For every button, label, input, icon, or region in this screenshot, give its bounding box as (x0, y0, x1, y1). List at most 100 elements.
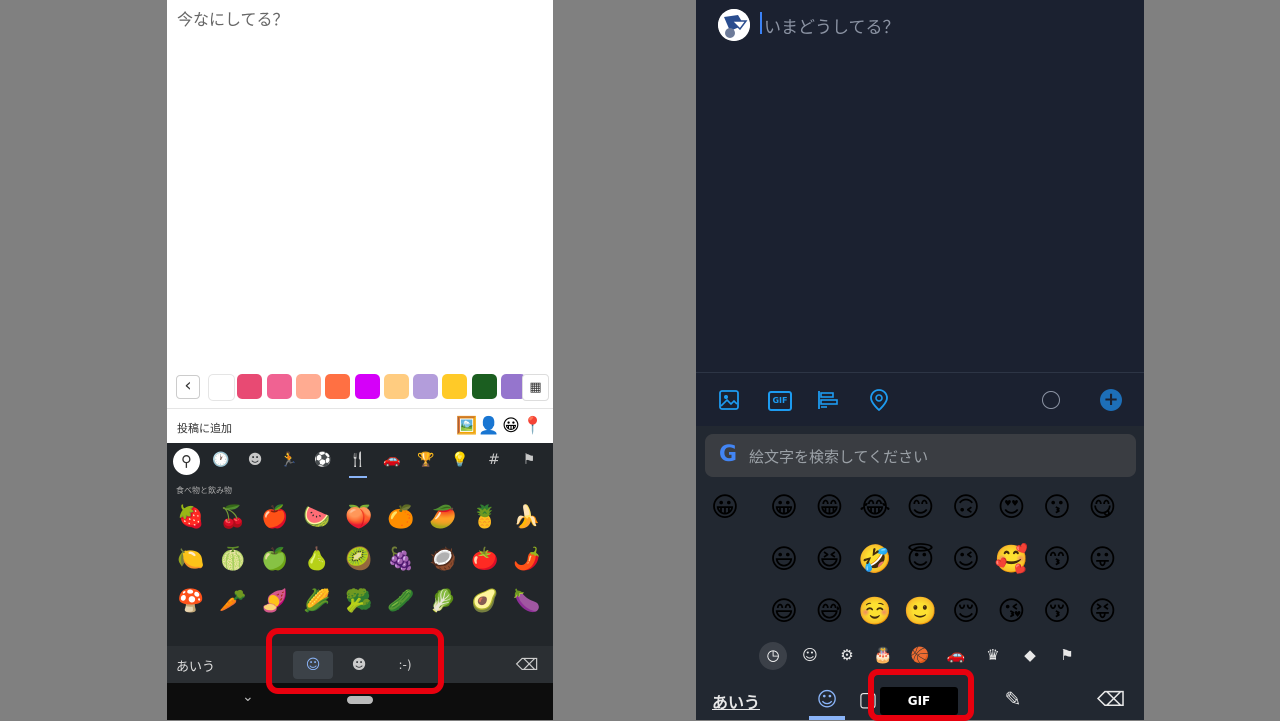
people-icon[interactable]: 🏃 (278, 452, 300, 468)
keyboard-language-button[interactable]: あいう (176, 656, 215, 675)
emoji-key[interactable]: 🍠 (258, 587, 292, 617)
sticker-thumb[interactable] (413, 374, 439, 399)
keyboard-language-button[interactable]: あいう (712, 689, 760, 713)
sticker-thumb[interactable] (442, 374, 468, 399)
emoji-key[interactable]: 🙂 (900, 592, 942, 632)
emoji-key[interactable]: 🍎 (258, 503, 292, 533)
emoji-key[interactable]: 🥰 (991, 540, 1033, 580)
recent-emoji[interactable]: 😀 (704, 488, 746, 528)
emoji-key[interactable]: 🌽 (300, 587, 334, 617)
emoji-key[interactable]: 🍉 (300, 503, 334, 533)
sticker-thumb[interactable] (383, 374, 409, 399)
image-icon[interactable] (716, 382, 742, 418)
ball-icon[interactable]: 🏀 (907, 641, 933, 669)
emoji-key[interactable]: 🍓 (174, 503, 208, 533)
emoji-key[interactable]: 🥝 (342, 545, 376, 575)
emoji-key[interactable]: 😘 (991, 592, 1033, 632)
emoji-key[interactable]: 🍇 (384, 545, 418, 575)
emoji-key[interactable]: 😝 (1082, 592, 1124, 632)
sticker-thumb[interactable] (354, 374, 380, 399)
recent-icon[interactable]: 🕐 (210, 452, 232, 468)
avatar[interactable] (718, 9, 750, 41)
emoji-key[interactable]: ☺️ (854, 592, 896, 632)
emoji-key[interactable]: 🍋 (174, 545, 208, 575)
emoji-key[interactable]: 🥦 (342, 587, 376, 617)
emoji-key[interactable]: 🍐 (300, 545, 334, 575)
emoji-key[interactable]: 🍊 (384, 503, 418, 533)
home-pill[interactable] (347, 696, 373, 704)
photo-icon[interactable]: 🖼️ (456, 416, 478, 436)
compose-placeholder[interactable]: いまどうしてる？ (764, 13, 900, 38)
nav-chevron-icon[interactable]: ⌄ (242, 689, 254, 705)
emoji-key[interactable]: 🍄 (174, 587, 208, 617)
emoji-key[interactable]: 😋 (1082, 488, 1124, 528)
emoji-key[interactable]: 😊 (900, 488, 942, 528)
add-tweet-button[interactable]: + (1100, 389, 1122, 411)
gif-icon[interactable]: GIF (768, 391, 792, 411)
emoji-key[interactable]: 🍈 (216, 545, 250, 575)
emoji-key[interactable]: 🌶️ (510, 545, 544, 575)
emoji-key[interactable]: 🍌 (510, 503, 544, 533)
emoji-key[interactable]: 🙃 (945, 488, 987, 528)
emoji-key[interactable]: 😀 (763, 488, 805, 528)
emoji-key[interactable]: 😉 (945, 540, 987, 580)
emoji-key[interactable]: 😛 (1082, 540, 1124, 580)
grid-icon[interactable]: ▦ (522, 374, 549, 401)
sticker-thumb[interactable] (208, 374, 235, 401)
emoji-key[interactable]: 🥭 (426, 503, 460, 533)
emoji-key[interactable]: 🥑 (468, 587, 502, 617)
emoji-key[interactable]: 🍑 (342, 503, 376, 533)
emoji-key[interactable]: 🍍 (468, 503, 502, 533)
add-to-post-row[interactable]: 投稿に追加 🖼️ 👤 😀 📍 (167, 408, 553, 445)
activity-icon[interactable]: ⚽ (312, 452, 334, 468)
emoji-key[interactable]: 🥥 (426, 545, 460, 575)
travel-icon[interactable]: 🚗 (381, 452, 403, 468)
emoji-key[interactable]: 🍏 (258, 545, 292, 575)
pen-icon[interactable]: ✎ (998, 687, 1028, 711)
trophy-icon[interactable]: 🏆 (415, 452, 437, 468)
emoji-key[interactable]: 🍅 (468, 545, 502, 575)
cake-icon[interactable]: 🎂 (870, 641, 896, 669)
sticker-thumb[interactable] (237, 374, 263, 399)
emoji-key[interactable]: 😇 (900, 540, 942, 580)
emoji-key[interactable]: 😙 (1036, 540, 1078, 580)
emoji-key[interactable]: 😚 (1036, 592, 1078, 632)
poll-icon[interactable] (815, 382, 841, 418)
emoji-key[interactable]: 😁 (809, 488, 851, 528)
smiley-icon[interactable]: ☺ (797, 641, 823, 669)
backspace-icon[interactable]: ⌫ (507, 651, 547, 679)
emoji-key[interactable]: 🥕 (216, 587, 250, 617)
emoji-key[interactable]: 🍆 (510, 587, 544, 617)
smiley-icon[interactable]: ☻ (244, 452, 266, 468)
emoji-key[interactable]: 😍 (991, 488, 1033, 528)
feeling-icon[interactable]: 😀 (500, 416, 522, 436)
emoji-key[interactable]: 😃 (763, 540, 805, 580)
emoji-key[interactable]: 😌 (945, 592, 987, 632)
sticker-thumb[interactable] (295, 374, 321, 399)
flag-icon[interactable]: ⚑ (518, 452, 540, 468)
emoji-key[interactable]: 🥒 (384, 587, 418, 617)
back-chevron-icon[interactable]: ‹ (176, 375, 200, 399)
backspace-icon[interactable]: ⌫ (1096, 687, 1126, 711)
location-pin-icon[interactable]: 📍 (522, 416, 544, 436)
sticker-thumb[interactable] (266, 374, 292, 399)
emoji-search-input[interactable]: 絵文字を検索してください (749, 446, 928, 467)
emoji-tab-icon[interactable]: ☺ (812, 687, 842, 711)
search-icon[interactable]: ⚲ (173, 448, 200, 475)
emoji-key[interactable]: 😆 (809, 540, 851, 580)
emoji-key[interactable]: 😄 (763, 592, 805, 632)
diamond-icon[interactable]: ◆ (1017, 641, 1043, 669)
flag-icon[interactable]: ⚑ (1054, 641, 1080, 669)
location-icon[interactable] (866, 382, 892, 418)
car-icon[interactable]: 🚗 (943, 641, 969, 669)
emoji-search-bar[interactable]: G 絵文字を検索してください (705, 434, 1136, 477)
emoji-key[interactable]: 🤣 (854, 540, 896, 580)
emoji-key[interactable]: 🥬 (426, 587, 460, 617)
clock-icon[interactable]: ◷ (760, 641, 786, 669)
symbols-icon[interactable]: # (483, 452, 505, 468)
emoji-key[interactable]: 🍒 (216, 503, 250, 533)
tag-people-icon[interactable]: 👤 (478, 416, 500, 436)
crown-icon[interactable]: ♛ (980, 641, 1006, 669)
bulb-icon[interactable]: 💡 (449, 452, 471, 468)
compose-placeholder[interactable]: 今なにしてる？ (177, 6, 289, 30)
